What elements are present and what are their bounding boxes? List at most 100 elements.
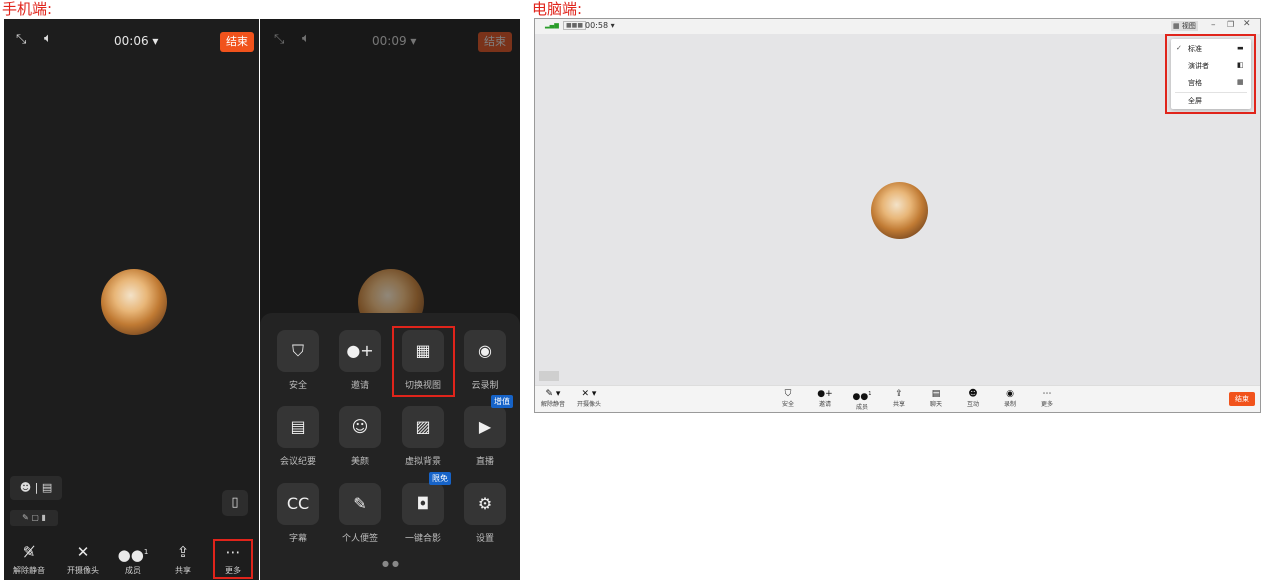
end-button[interactable]: 结束	[1229, 392, 1255, 406]
tile-beauty[interactable]: ☺ 美颜	[330, 406, 390, 467]
view-button[interactable]: ▦ 视图	[1171, 21, 1198, 31]
group-photo-icon: ◘	[402, 483, 444, 525]
toolbar-label: 成员	[855, 404, 868, 411]
tile-label: 个人便签	[341, 534, 378, 544]
tile-label: 虚拟背景	[404, 457, 441, 467]
share-label: 共享	[175, 566, 191, 575]
members-button[interactable]: ●●1 成员	[111, 543, 155, 576]
members-label: 成员	[125, 566, 141, 575]
toolbar-label: 共享	[892, 401, 905, 408]
view-button-label: 视图	[1181, 22, 1196, 30]
share-button[interactable]: ⇪ 共享	[886, 389, 912, 408]
unmute-button[interactable]: ✎ ▾ 解除静音	[537, 389, 569, 408]
members-icon: ●●1	[852, 391, 872, 402]
self-video-thumbnail[interactable]	[539, 371, 559, 381]
unmute-label: 解除静音	[540, 401, 565, 408]
tile-security[interactable]: ⛉ 安全	[268, 330, 328, 391]
emoji-icon[interactable]: ☻	[20, 481, 31, 494]
members-count: 1	[143, 548, 149, 556]
rotate-screen-icon[interactable]: ▯	[222, 490, 248, 516]
members-button[interactable]: ●●1 成员	[849, 389, 875, 411]
invite-icon: ●+	[339, 330, 381, 372]
desktop-title-bar: ▂▄▆ ■■■ 00:58 ▾ ▦ 视图 – ❐ ✕	[535, 19, 1260, 34]
tile-label: 一键合影	[404, 534, 441, 544]
end-button[interactable]: 结束	[478, 32, 512, 52]
minimize-icon[interactable]: ⤡	[16, 32, 26, 47]
tile-label: 字幕	[288, 534, 307, 544]
self-video-thumbnail[interactable]: ✎ ▢ ▮	[10, 510, 58, 526]
shield-icon: ⛉	[784, 389, 792, 399]
tile-caption[interactable]: CC 字幕	[268, 483, 328, 544]
chat-icon[interactable]: ▤	[42, 481, 52, 494]
invite-button[interactable]: ●+ 邀请	[812, 389, 838, 408]
tile-label: 直播	[475, 457, 494, 467]
tile-minutes[interactable]: ▤ 会议纪要	[268, 406, 328, 467]
live-icon: ▶	[464, 406, 506, 448]
settings-icon: ⚙	[464, 483, 506, 525]
tile-cloud-record[interactable]: ◉ 云录制	[455, 330, 515, 391]
chat-button[interactable]: ▤ 聊天	[923, 389, 949, 408]
more-menu-sheet: ⛉ 安全 ●+ 邀请 ▦ 切换视图 ◉ 云录制 ▤ 会议纪要 ☺ 美颜 ▨ 虚拟背景 ▶ 增值直…	[260, 313, 520, 580]
note-icon: ✎	[339, 483, 381, 525]
record-button[interactable]: ◉ 录制	[997, 389, 1023, 408]
meeting-timer[interactable]: 00:06 ▾	[114, 34, 158, 48]
toolbar-label: 互动	[966, 401, 979, 408]
tile-label: 云录制	[471, 381, 499, 391]
more-button[interactable]: ⋯ 更多	[1034, 389, 1060, 408]
limited-free-badge: 限免	[429, 472, 451, 485]
tile-label: 邀请	[350, 381, 369, 391]
desktop-meeting-window: ▂▄▆ ■■■ 00:58 ▾ ▦ 视图 – ❐ ✕ ✎ ▾ 解除静音 ✕ ▾ 开摄…	[534, 18, 1261, 413]
camera-button[interactable]: ✕ 开摄像头	[61, 543, 105, 576]
tile-group-photo[interactable]: ◘ 限免一键合影	[393, 472, 453, 544]
meeting-timer[interactable]: 00:58 ▾	[585, 21, 615, 30]
minimize-icon[interactable]: ⤡	[274, 32, 284, 47]
camera-off-icon: ✕ ▾	[581, 389, 597, 399]
meeting-timer[interactable]: 00:09 ▾	[372, 34, 416, 48]
tile-settings[interactable]: ⚙ 设置	[455, 483, 515, 544]
tile-live[interactable]: ▶ 增值直播	[455, 395, 515, 467]
speaker-icon[interactable]: 🔈︎	[302, 31, 310, 46]
camera-button[interactable]: ✕ ▾ 开摄像头	[573, 389, 605, 408]
cloud-record-icon: ◉	[464, 330, 506, 372]
share-button[interactable]: ⇪ 共享	[161, 543, 205, 576]
tile-note[interactable]: ✎ 个人便签	[330, 483, 390, 544]
phone-meeting-screen: ⤡ 🔈︎ 00:06 ▾ 结束 ☻ | ▤ ✎ ▢ ▮ ▯ ✎̸ 解除静音 ✕ 开摄…	[4, 19, 259, 580]
end-button[interactable]: 结束	[220, 32, 254, 52]
phone-top-bar: ⤡ 🔈︎ 00:06 ▾ 结束	[4, 19, 259, 65]
camera-label: 开摄像头	[576, 401, 601, 408]
tile-label: 设置	[475, 534, 494, 544]
unmute-button[interactable]: ✎̸ 解除静音	[7, 543, 51, 576]
highlight-view-menu-box	[1165, 34, 1256, 114]
invite-icon: ●+	[817, 389, 833, 399]
toolbar-label: 更多	[1040, 401, 1053, 408]
security-button[interactable]: ⛉ 安全	[775, 389, 801, 408]
minutes-icon: ▤	[277, 406, 319, 448]
close-window-icon[interactable]: ✕	[1243, 19, 1251, 29]
chat-icon: ▤	[931, 389, 941, 399]
avatar	[871, 182, 928, 239]
reaction-chat-pill[interactable]: ☻ | ▤	[10, 476, 62, 500]
phone-top-bar-dimmed: ⤡ 🔈︎ 00:09 ▾ 结束	[260, 19, 520, 65]
minimize-window-icon[interactable]: –	[1211, 20, 1216, 30]
desktop-toolbar: ✎ ▾ 解除静音 ✕ ▾ 开摄像头 ⛉ 安全 ●+ 邀请 ●●1 成员 ⇪ 共享 ▤ 聊天 ☻…	[535, 385, 1260, 412]
toolbar-label: 聊天	[929, 401, 942, 408]
interact-button[interactable]: ☻ 互动	[960, 389, 986, 408]
share-icon: ⇪	[895, 389, 903, 399]
speaker-icon[interactable]: 🔈︎	[44, 31, 52, 46]
unmute-label: 解除静音	[13, 566, 45, 575]
shield-icon: ⛉	[277, 330, 319, 372]
members-icon: ●●1	[117, 546, 149, 564]
share-icon: ⇪	[176, 543, 190, 561]
tile-label: 美颜	[350, 457, 369, 467]
phone-caption: 手机端:	[2, 0, 53, 18]
caption-icon: CC	[277, 483, 319, 525]
value-added-badge: 增值	[491, 395, 513, 408]
camera-label: 开摄像头	[67, 566, 99, 575]
tile-virtual-bg[interactable]: ▨ 虚拟背景	[393, 406, 453, 467]
tile-invite[interactable]: ●+ 邀请	[330, 330, 390, 391]
desktop-caption: 电脑端:	[532, 0, 583, 18]
record-icon: ◉	[1006, 389, 1014, 399]
toolbar-label: 录制	[1003, 401, 1016, 408]
page-dots: ●●	[382, 559, 402, 568]
restore-window-icon[interactable]: ❐	[1227, 20, 1234, 29]
